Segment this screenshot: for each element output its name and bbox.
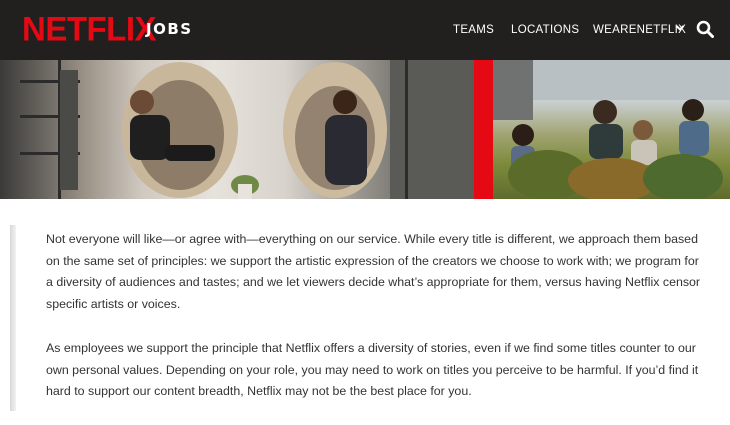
site-header: NETFLIX JOBS TEAMS LOCATIONS WEARENETFLI… — [0, 0, 730, 60]
culture-paragraph-2: As employees we support the principle th… — [46, 341, 699, 398]
culture-paragraph-1: Not everyone will like—or agree with—eve… — [46, 232, 701, 311]
quote-side-bar — [10, 225, 16, 411]
chevron-down-icon[interactable] — [675, 23, 685, 33]
jobs-section-title[interactable]: JOBS — [146, 19, 193, 39]
nav-locations[interactable]: LOCATIONS — [511, 22, 579, 38]
nav-teams[interactable]: TEAMS — [453, 22, 494, 38]
search-icon[interactable] — [696, 20, 714, 38]
netflix-logo[interactable]: NETFLIX — [22, 9, 157, 49]
nav-wearenetflix[interactable]: WEARENETFLIX — [593, 22, 686, 38]
office-scene-illustration — [20, 60, 474, 199]
hero-banner — [0, 60, 730, 199]
garden-scene-illustration — [493, 60, 730, 199]
accent-red-bar — [474, 60, 493, 199]
hero-photo-office — [0, 60, 474, 199]
hero-photo-garden — [493, 60, 730, 199]
